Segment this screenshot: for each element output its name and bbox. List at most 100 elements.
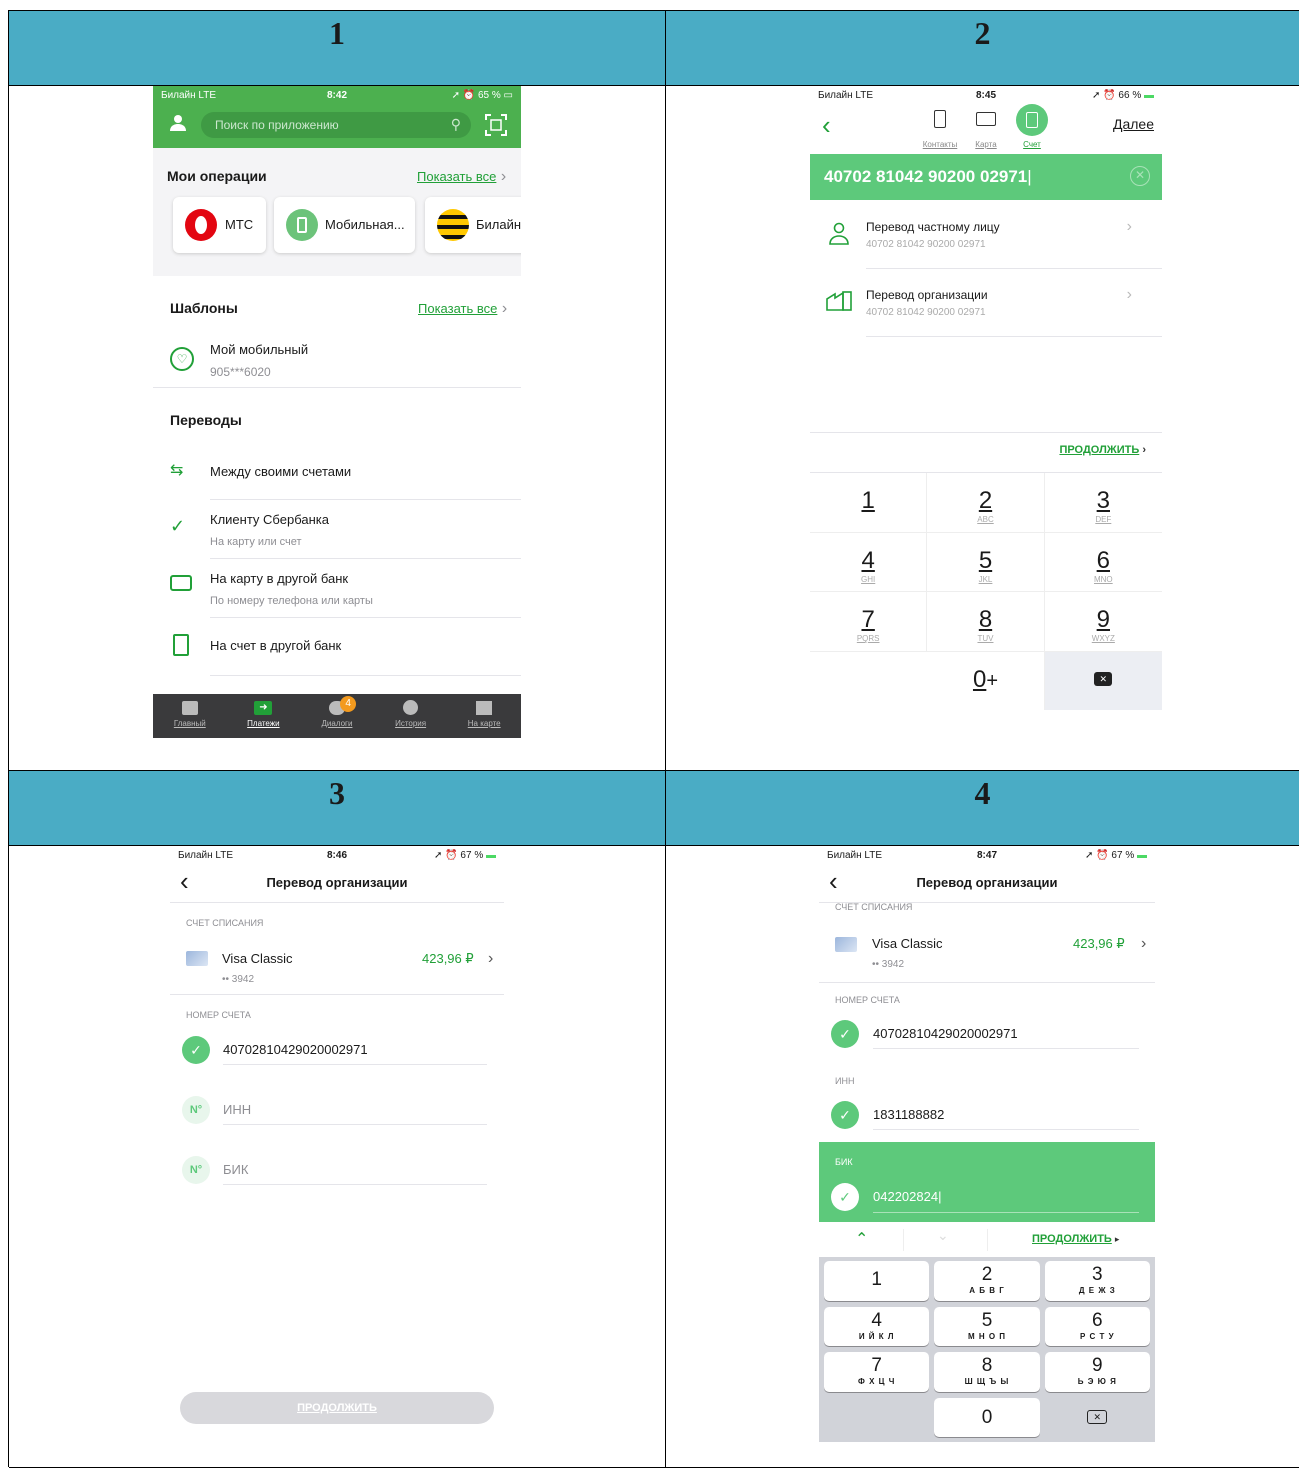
account-input[interactable]: 40702 81042 90200 02971| ✕ [810,154,1162,200]
screen-org-transfer-filled: Билайн LTE 8:47 ➚ ⏰ 67 % ▬ ‹ Перевод орг… [819,846,1155,1442]
account-field[interactable]: ✓ 40702810429020002971 [170,1034,504,1074]
divider [210,675,521,676]
card-mask: •• 3942 [222,974,255,985]
account-field[interactable]: ✓ 40702810429020002971 [819,1019,1155,1055]
profile-icon[interactable] [169,114,187,137]
keyboard-toolbar: ⌃ ⌄ ПРОДОЛЖИТЬ ▸ [819,1223,1155,1257]
divider [866,268,1162,269]
option-label: Перевод организации [866,288,988,302]
key-4[interactable]: 4 GHI [810,532,928,592]
heart-icon: ♡ [170,347,194,371]
template-item[interactable]: ♡ Мой мобильный 905***6020 [153,336,521,384]
option-private-person[interactable]: Перевод частному лицу 40702 81042 90200 … [810,210,1162,268]
option-sub: 40702 81042 90200 02971 [866,307,986,318]
search-icon: ⚲ [450,116,461,132]
clear-icon[interactable]: ✕ [1130,166,1150,186]
panel-number: 3 [329,775,345,811]
screen-org-transfer-empty: Билайн LTE 8:46 ➚ ⏰ 67 % ▬ ‹ Перевод орг… [170,846,504,1438]
tab-main[interactable]: Главный [153,694,227,738]
op-label: Мобильная... [325,217,405,232]
transfer-label: Клиенту Сбербанка [210,512,329,527]
option-organization[interactable]: Перевод организации 40702 81042 90200 02… [810,278,1162,336]
transfer-other-bank-card[interactable]: На карту в другой банк По номеру телефон… [153,563,521,615]
account-number-label: НОМЕР СЧЕТА [186,1010,251,1020]
key-2[interactable]: 2 ABC [927,473,1045,533]
key-6[interactable]: 6 MNO [1044,533,1162,592]
key-8[interactable]: 8 TUV [927,592,1045,652]
card-icon [186,951,208,966]
tab-card[interactable]: Карта [966,108,1006,149]
transfers-title: Переводы [170,412,242,428]
transfer-sber-client[interactable]: ✓ Клиенту Сбербанка На карту или счет [153,504,521,556]
key-4[interactable]: 4И Й К Л [824,1306,930,1346]
divider [866,336,1162,337]
op-card-mobile[interactable]: Мобильная... [274,197,415,253]
key-7[interactable]: 7 PQRS [810,592,928,652]
key-1[interactable]: 1 [810,473,928,533]
transfer-other-bank-account[interactable]: На счет в другой банк [153,624,521,672]
backspace-key[interactable]: ✕ [1045,1398,1150,1438]
next-field-icon[interactable]: ⌄ [937,1227,949,1244]
inn-field[interactable]: ✓ 1831188882 [819,1100,1155,1136]
key-3[interactable]: 3 DEF [1044,473,1162,533]
clock: 8:45 [975,89,996,101]
document-icon [173,634,189,656]
tab-map[interactable]: На карте [447,694,521,738]
card-name: Visa Classic [872,936,943,951]
clock: 8:42 [326,89,347,101]
continue-button[interactable]: ПРОДОЛЖИТЬ ▸ [1032,1233,1119,1245]
tab-payments[interactable]: ➜ Платежи [227,694,301,738]
tab-contacts[interactable]: Контакты [920,108,960,149]
card-name: Visa Classic [222,951,293,966]
backspace-key[interactable]: ✕ [1044,651,1162,710]
key-3[interactable]: 3Д Е Ж З [1044,1261,1150,1301]
template-name: Мой мобильный [210,342,309,357]
debit-card-row[interactable]: Visa Classic •• 3942 423,96 ₽ › [819,934,1155,982]
divider [210,499,521,500]
panel-header-4: 4 [666,771,1299,846]
inn-field[interactable]: N° ИНН [170,1094,504,1134]
card-balance: 423,96 ₽ [1073,936,1125,951]
continue-button[interactable]: ПРОДОЛЖИТЬ › [1059,444,1146,456]
swap-arrows-icon: ⇆ [170,462,184,479]
key-8[interactable]: 8Ш Щ Ъ Ы [934,1352,1040,1392]
next-button[interactable]: Далее [1113,116,1154,132]
qr-scan-icon[interactable] [485,114,507,141]
prev-field-icon[interactable]: ⌃ [855,1229,868,1249]
op-card-mts[interactable]: МТС [173,197,266,253]
key-0[interactable]: 0 [934,1397,1040,1437]
back-chevron-icon[interactable]: ‹ [822,110,831,141]
key-9[interactable]: 9Ь Э Ю Я [1044,1352,1150,1392]
bik-field[interactable]: N° БИК [170,1154,504,1194]
panel-number: 4 [974,775,991,811]
continue-button[interactable]: ПРОДОЛЖИТЬ [180,1392,494,1424]
account-number-label: НОМЕР СЧЕТА [835,995,900,1005]
option-sub: 40702 81042 90200 02971 [866,239,986,250]
divider [819,982,1155,983]
bik-field[interactable]: БИК ✓ 042202824| [819,1142,1155,1222]
key-2[interactable]: 2А Б В Г [934,1261,1040,1301]
transfer-own-accounts[interactable]: ⇆ Между своими счетами [153,452,521,498]
debit-account-label: СЧЕТ СПИСАНИЯ [186,918,264,928]
page-title: Перевод организации [266,875,408,890]
key-0[interactable]: 0+ [927,651,1045,710]
op-card-beeline[interactable]: Билайн [425,197,521,253]
clock-icon [403,700,419,715]
tab-history[interactable]: История [374,694,448,738]
debit-account-label: СЧЕТ СПИСАНИЯ [835,902,913,912]
tab-account[interactable]: Счет [1012,104,1052,149]
check-circle-icon: ✓ [182,1036,210,1064]
beeline-logo-icon [437,209,469,241]
key-7[interactable]: 7Ф Х Ц Ч [824,1352,930,1392]
operations-show-all[interactable]: Показать все › [417,168,506,186]
key-5[interactable]: 5 JKL [927,532,1045,592]
key-9[interactable]: 9 WXYZ [1044,592,1162,652]
sber-logo-icon: ✓ [170,516,186,536]
key-6[interactable]: 6Р С Т У [1044,1306,1150,1346]
key-5[interactable]: 5М Н О П [934,1306,1040,1346]
tab-dialogs[interactable]: Диалоги 4 [300,694,374,738]
search-input[interactable]: Поиск по приложению ⚲ [201,112,471,138]
key-1[interactable]: 1 [824,1261,930,1301]
templates-show-all[interactable]: Показать все › [418,300,507,318]
debit-card-row[interactable]: Visa Classic •• 3942 423,96 ₽ › [170,942,504,992]
